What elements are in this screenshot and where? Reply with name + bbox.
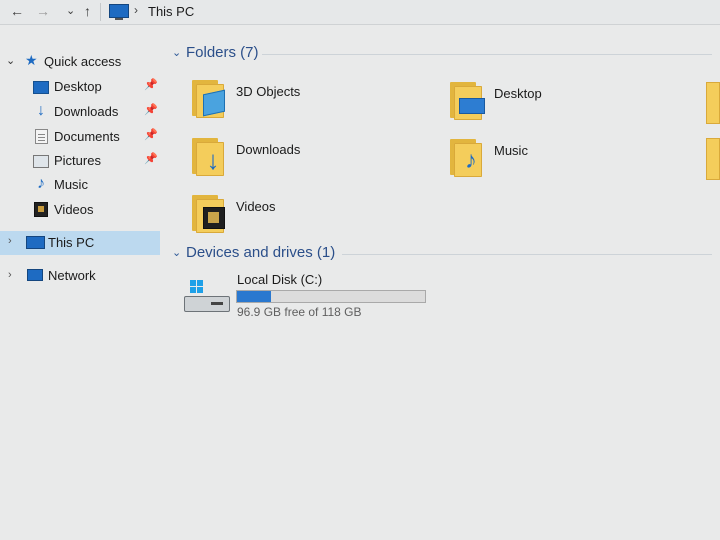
drive-local-disk-c[interactable]: Local Disk (C:) 96.9 GB free of 118 GB <box>184 272 444 324</box>
desktop-icon <box>33 81 49 94</box>
sidebar-item-this-pc[interactable]: › This PC <box>0 231 160 255</box>
sidebar-item-desktop[interactable]: Desktop 📌 <box>0 76 162 98</box>
sidebar-item-downloads[interactable]: ↓ Downloads 📌 <box>0 101 162 123</box>
desktop-folder-icon <box>448 80 485 120</box>
sidebar-item-quick-access[interactable]: ⌄ ★ Quick access <box>0 52 162 72</box>
windows-logo-icon <box>190 280 204 294</box>
expand-chevron-icon[interactable]: › <box>8 269 12 281</box>
sidebar-item-network[interactable]: › Network <box>0 265 160 287</box>
videos-folder-icon <box>190 193 226 233</box>
videos-icon <box>34 202 48 217</box>
network-icon <box>27 269 43 281</box>
folder-videos[interactable]: Videos <box>190 193 440 243</box>
music-icon: ♪ <box>37 175 45 192</box>
drive-usage-bar <box>236 290 426 303</box>
folder-label: Downloads <box>236 142 301 157</box>
expand-chevron-icon[interactable]: ⌄ <box>6 54 15 67</box>
folder-label: Desktop <box>494 86 542 101</box>
sidebar-item-label: Documents <box>54 129 120 144</box>
drive-free-space: 96.9 GB free of 118 GB <box>237 305 362 319</box>
this-pc-icon <box>26 236 45 249</box>
sidebar-item-videos[interactable]: Videos <box>0 199 162 221</box>
sidebar-item-label: Videos <box>54 202 94 217</box>
sidebar-item-music[interactable]: ♪ Music <box>0 174 162 196</box>
folder-partial[interactable] <box>706 82 720 124</box>
drive-label: Local Disk (C:) <box>237 272 323 287</box>
collapse-chevron-icon[interactable]: ⌄ <box>172 246 181 259</box>
music-folder-icon: ♪ <box>448 137 484 177</box>
hard-drive-icon <box>184 280 230 312</box>
devices-group-header[interactable]: ⌄ Devices and drives (1) <box>170 244 715 266</box>
folder-label: Videos <box>236 199 276 214</box>
sidebar-item-label: Network <box>48 268 96 283</box>
folders-group-title: Folders (7) <box>186 44 259 61</box>
sidebar-item-label: This PC <box>48 235 95 250</box>
group-divider <box>342 254 712 255</box>
breadcrumb-chevron-icon[interactable]: › <box>134 3 138 17</box>
pin-icon[interactable]: 📌 <box>144 152 158 165</box>
drive-usage-fill <box>237 291 271 302</box>
folder-music[interactable]: ♪ Music <box>448 137 698 187</box>
folder-partial[interactable] <box>706 138 720 180</box>
folder-desktop[interactable]: Desktop <box>448 80 698 130</box>
sidebar-item-label: Pictures <box>54 153 101 168</box>
folder-label: Music <box>494 143 528 158</box>
expand-chevron-icon[interactable]: › <box>8 235 12 247</box>
downloads-folder-icon: ↓ <box>190 136 226 176</box>
breadcrumb-this-pc[interactable]: This PC <box>148 4 194 19</box>
3d-objects-icon <box>190 78 226 118</box>
navigation-pane: ⌄ ★ Quick access Desktop 📌 ↓ Downloads 📌… <box>0 36 162 540</box>
documents-icon <box>35 129 48 144</box>
pin-icon[interactable]: 📌 <box>144 78 158 91</box>
pin-icon[interactable]: 📌 <box>144 128 158 141</box>
this-pc-icon <box>109 4 129 20</box>
collapse-chevron-icon[interactable]: ⌄ <box>172 46 181 59</box>
folder-downloads[interactable]: ↓ Downloads <box>190 136 440 186</box>
sidebar-item-label: Music <box>54 177 88 192</box>
sidebar-item-pictures[interactable]: Pictures 📌 <box>0 150 162 172</box>
up-arrow-icon[interactable]: ↑ <box>84 2 91 20</box>
pictures-icon <box>33 155 49 168</box>
folder-3d-objects[interactable]: 3D Objects <box>190 78 440 128</box>
back-arrow-icon[interactable]: ← <box>10 2 24 20</box>
pin-icon[interactable]: 📌 <box>144 103 158 116</box>
downloads-icon: ↓ <box>37 102 45 119</box>
star-icon: ★ <box>25 52 38 68</box>
devices-group-title: Devices and drives (1) <box>186 244 336 261</box>
address-divider <box>100 3 101 21</box>
sidebar-item-label: Desktop <box>54 79 102 94</box>
sidebar-item-label: Downloads <box>54 104 119 119</box>
navigation-bar: ← → ⌄ ↑ › This PC <box>0 0 720 25</box>
sidebar-item-label: Quick access <box>44 54 122 69</box>
group-divider <box>262 54 712 55</box>
folder-label: 3D Objects <box>236 84 301 99</box>
sidebar-item-documents[interactable]: Documents 📌 <box>0 126 162 148</box>
folders-group-header[interactable]: ⌄ Folders (7) <box>170 44 715 66</box>
recent-locations-chevron-icon[interactable]: ⌄ <box>66 2 75 20</box>
forward-arrow-icon[interactable]: → <box>36 2 50 20</box>
